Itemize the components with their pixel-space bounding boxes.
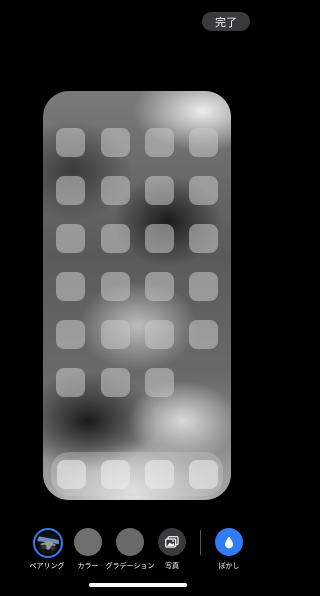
paired-photo-icon (37, 532, 59, 554)
dock-icon-placeholder (101, 460, 130, 489)
home-indicator (89, 583, 187, 587)
gradient-option-button[interactable] (116, 528, 144, 556)
app-icon-placeholder (145, 128, 174, 157)
app-icon-placeholder (189, 320, 218, 349)
app-icon-placeholder (101, 128, 130, 157)
app-icon-placeholder (189, 224, 218, 253)
home-screen-preview (43, 91, 231, 500)
dock-icon-placeholder (145, 460, 174, 489)
app-icon-placeholder (145, 368, 174, 397)
app-icon-placeholder (56, 368, 85, 397)
app-icon-placeholder (189, 128, 218, 157)
options-divider (200, 530, 201, 555)
app-icon-placeholder (101, 176, 130, 205)
app-icon-placeholder (145, 272, 174, 301)
dock-icon-placeholder (57, 460, 86, 489)
app-icon-placeholder (56, 176, 85, 205)
dock-icon-placeholder (189, 460, 218, 489)
app-icon-placeholder (101, 272, 130, 301)
dock (51, 452, 223, 496)
water-drop-icon (225, 536, 233, 548)
app-icon-placeholder (56, 320, 85, 349)
blur-option-label: ぼかし (218, 562, 240, 570)
app-icon-placeholder (101, 224, 130, 253)
app-icon-placeholder (145, 176, 174, 205)
app-icon-placeholder (56, 272, 85, 301)
paired-option-button[interactable] (33, 528, 63, 558)
app-icon-placeholder (101, 320, 130, 349)
photos-icon (165, 536, 179, 548)
app-icon-placeholder (56, 224, 85, 253)
app-icon-placeholder (189, 272, 218, 301)
app-icon-placeholder (145, 224, 174, 253)
blur-option-button[interactable] (215, 528, 243, 556)
done-button[interactable]: 完了 (202, 12, 250, 31)
photos-option-button[interactable] (158, 528, 186, 556)
app-icon-placeholder (145, 320, 174, 349)
photos-option-label: 写真 (165, 562, 179, 570)
app-icon-placeholder (101, 368, 130, 397)
app-icon-placeholder (56, 128, 85, 157)
color-option-button[interactable] (74, 528, 102, 556)
app-icon-placeholder (189, 176, 218, 205)
